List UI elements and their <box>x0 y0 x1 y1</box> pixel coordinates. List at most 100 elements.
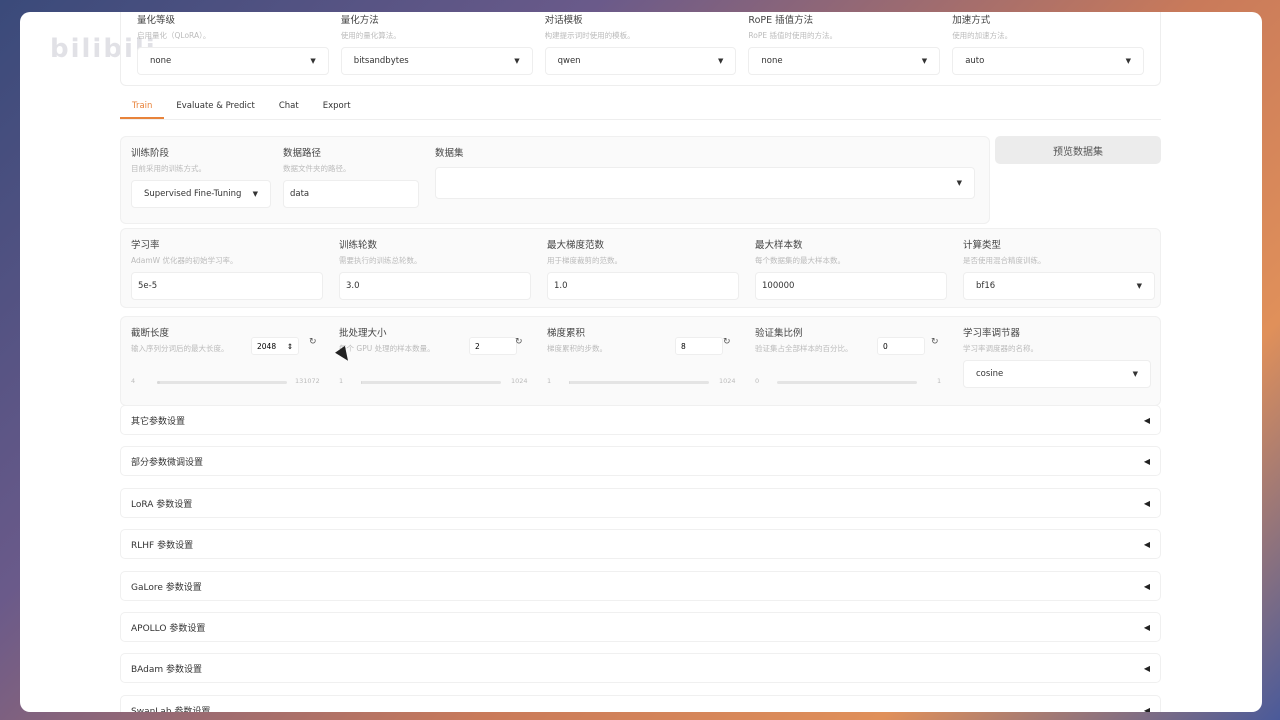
collapse-arrow-icon: ◀ <box>1143 581 1150 591</box>
accordion-label: 其它参数设置 <box>131 416 186 427</box>
rope-scaling-select[interactable]: none ▼ <box>748 47 941 75</box>
gradient-accumulation-field: 梯度累积 梯度累积的步数。 8 ↻ 1 1024 <box>547 325 747 385</box>
tab-export[interactable]: Export <box>311 96 363 119</box>
stepper-icon[interactable]: ⇕ <box>287 342 293 351</box>
accordion-label: RLHF 参数设置 <box>131 540 194 551</box>
data-dir-field: 数据路径 数据文件夹的路径。 data <box>283 145 419 208</box>
reset-icon[interactable]: ↻ <box>515 337 523 347</box>
compute-type-field: 计算类型 是否使用混合精度训练。 bf16 ▼ <box>963 237 1155 300</box>
slider-track[interactable] <box>157 381 287 384</box>
field-hint: 学习率调度器的名称。 <box>963 344 1038 353</box>
epochs-input[interactable]: 3.0 <box>339 272 531 300</box>
field-hint: 输入序列分词后的最大长度。 <box>131 344 229 353</box>
chevron-down-icon: ▼ <box>1132 370 1138 378</box>
booster-field: 加速方式 使用的加速方法。 auto ▼ <box>946 12 1150 77</box>
quantization-bit-field: 量化等级 启用量化（QLoRA）。 none ▼ <box>131 12 335 77</box>
field-hint: 启用量化（QLoRA）。 <box>137 31 211 40</box>
reset-icon[interactable]: ↻ <box>309 337 317 347</box>
field-label: 量化方法 <box>340 15 379 26</box>
number-value: 8 <box>681 341 686 351</box>
collapse-arrow-icon: ◀ <box>1143 622 1150 632</box>
field-label: 对话模板 <box>544 15 583 26</box>
reset-icon[interactable]: ↻ <box>723 337 731 347</box>
field-hint: 验证集占全部样本的百分比。 <box>755 344 853 353</box>
field-label: 最大梯度范数 <box>547 240 605 251</box>
field-hint: AdamW 优化器的初始学习率。 <box>131 256 238 265</box>
data-dir-input[interactable]: data <box>283 180 419 208</box>
max-grad-norm-input[interactable]: 1.0 <box>547 272 739 300</box>
select-value: auto <box>965 56 985 66</box>
gradient-accumulation-slider[interactable]: 1 1024 <box>547 377 739 387</box>
select-value: qwen <box>557 56 581 66</box>
app-window: bilibili 量化等级 启用量化（QLoRA）。 none ▼ 量化方法 使用… <box>20 12 1262 712</box>
accordion-badam-settings[interactable]: BAdam 参数设置 ◀ <box>120 653 1161 683</box>
gradient-accumulation-input[interactable]: 8 <box>675 337 723 355</box>
field-label: 量化等级 <box>137 15 176 26</box>
quantization-method-select[interactable]: bitsandbytes ▼ <box>340 47 533 75</box>
accordion-galore-settings[interactable]: GaLore 参数设置 ◀ <box>120 571 1161 601</box>
accordion-label: 部分参数微调设置 <box>131 457 204 468</box>
slider-max: 1024 <box>511 377 528 385</box>
reset-icon[interactable]: ↻ <box>931 337 939 347</box>
val-size-slider[interactable]: 0 1 <box>755 377 947 387</box>
accordion-freeze-settings[interactable]: 部分参数微调设置 ◀ <box>120 446 1161 476</box>
template-select[interactable]: qwen ▼ <box>544 47 737 75</box>
batch-size-input[interactable]: 2 <box>469 337 517 355</box>
slider-fill <box>157 381 160 384</box>
max-samples-input[interactable]: 100000 <box>755 272 947 300</box>
epochs-field: 训练轮数 需要执行的训练总轮数。 3.0 <box>339 237 531 300</box>
field-label: 训练轮数 <box>339 240 378 251</box>
compute-type-select[interactable]: bf16 ▼ <box>963 272 1155 300</box>
chevron-down-icon: ▼ <box>252 190 258 198</box>
slider-track[interactable] <box>777 381 917 384</box>
cutoff-len-input[interactable]: 2048 ⇕ <box>251 337 299 355</box>
val-size-field: 验证集比例 验证集占全部样本的百分比。 0 ↻ 0 1 <box>755 325 955 385</box>
batch-size-slider[interactable]: 1 1024 <box>339 377 531 387</box>
batch-size-field: 批处理大小 每个 GPU 处理的样本数量。 2 ↻ 1 1024 <box>339 325 539 385</box>
training-stage-select[interactable]: Supervised Fine-Tuning ▼ <box>131 180 271 208</box>
dataset-panel: 训练阶段 目前采用的训练方式。 Supervised Fine-Tuning ▼ … <box>120 136 990 224</box>
cutoff-len-slider[interactable]: 4 131072 <box>131 377 323 387</box>
chevron-down-icon: ▼ <box>718 57 724 65</box>
field-label: 数据路径 <box>283 148 322 159</box>
collapse-arrow-icon: ◀ <box>1143 456 1150 466</box>
chevron-down-icon: ▼ <box>1136 282 1142 290</box>
field-label: 加速方式 <box>952 15 991 26</box>
collapse-arrow-icon: ◀ <box>1143 705 1150 713</box>
rope-scaling-field: RoPE 插值方法 RoPE 插值时使用的方法。 none ▼ <box>742 12 946 77</box>
field-hint: 数据文件夹的路径。 <box>283 164 351 173</box>
lr-scheduler-select[interactable]: cosine ▼ <box>963 360 1151 388</box>
dataset-select[interactable]: ▼ <box>435 167 975 199</box>
main-content: 量化等级 启用量化（QLoRA）。 none ▼ 量化方法 使用的量化算法。 bi… <box>120 12 1161 712</box>
select-value: bitsandbytes <box>353 56 409 66</box>
accordion-swanlab-settings[interactable]: SwanLab 参数设置 ◀ <box>120 695 1161 712</box>
booster-select[interactable]: auto ▼ <box>952 47 1144 75</box>
select-value: bf16 <box>976 281 996 291</box>
accordion-extra-settings[interactable]: 其它参数设置 ◀ <box>120 405 1161 435</box>
field-hint: RoPE 插值时使用的方法。 <box>748 31 837 40</box>
learning-rate-input[interactable]: 5e-5 <box>131 272 323 300</box>
max-samples-field: 最大样本数 每个数据集的最大样本数。 100000 <box>755 237 947 300</box>
field-label: 学习率调节器 <box>963 328 1021 339</box>
training-params-panel: 学习率 AdamW 优化器的初始学习率。 5e-5 训练轮数 需要执行的训练总轮… <box>120 228 1161 308</box>
accordion-label: GaLore 参数设置 <box>131 582 202 593</box>
lr-scheduler-field: 学习率调节器 学习率调度器的名称。 cosine ▼ <box>963 325 1151 388</box>
field-label: 学习率 <box>131 240 160 251</box>
tab-evaluate-predict[interactable]: Evaluate & Predict <box>164 96 266 119</box>
collapse-arrow-icon: ◀ <box>1143 539 1150 549</box>
accordion-lora-settings[interactable]: LoRA 参数设置 ◀ <box>120 488 1161 518</box>
field-label: 最大样本数 <box>755 240 803 251</box>
select-value: Supervised Fine-Tuning <box>144 189 242 199</box>
accordion-rlhf-settings[interactable]: RLHF 参数设置 ◀ <box>120 529 1161 559</box>
accordion-apollo-settings[interactable]: APOLLO 参数设置 ◀ <box>120 612 1161 642</box>
slider-track[interactable] <box>361 381 501 384</box>
slider-track[interactable] <box>569 381 709 384</box>
tab-chat[interactable]: Chat <box>267 96 311 119</box>
slider-min: 1 <box>339 377 344 385</box>
tab-train[interactable]: Train <box>120 96 165 119</box>
val-size-input[interactable]: 0 <box>877 337 925 355</box>
chevron-down-icon: ▼ <box>1125 57 1131 65</box>
accordion-label: APOLLO 参数设置 <box>131 623 206 634</box>
preview-dataset-button[interactable]: 预览数据集 <box>995 136 1161 164</box>
quantization-bit-select[interactable]: none ▼ <box>137 47 329 75</box>
